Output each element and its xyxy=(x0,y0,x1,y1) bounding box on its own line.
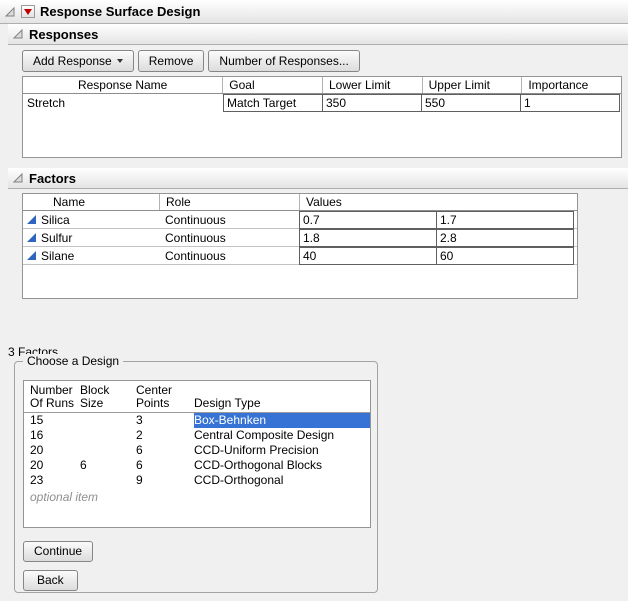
continue-button[interactable]: Continue xyxy=(23,541,93,562)
factors-table-header: Name Role Values xyxy=(23,194,577,211)
importance-cell[interactable]: 1 xyxy=(520,94,620,112)
column-header-center-points: Center Points xyxy=(136,384,194,410)
design-type-value[interactable]: Box-Behnken xyxy=(194,413,370,428)
block-size-value xyxy=(80,428,136,443)
column-header-values: Values xyxy=(299,194,577,210)
factor-value-low-cell[interactable]: 0.7 xyxy=(299,211,437,229)
block-size-value xyxy=(80,443,136,458)
center-points-value: 6 xyxy=(136,443,194,458)
factor-name-cell[interactable]: Silica xyxy=(23,211,159,228)
factor-name-label: Silica xyxy=(41,213,70,227)
responses-table-header: Response Name Goal Lower Limit Upper Lim… xyxy=(23,77,621,94)
responses-section-header: Responses xyxy=(8,24,628,45)
column-header-lower-limit: Lower Limit xyxy=(322,77,422,93)
center-points-value: 9 xyxy=(136,473,194,488)
response-surface-design-window: Response Surface Design Responses Add Re… xyxy=(0,0,628,601)
factor-value-low-cell[interactable]: 40 xyxy=(299,247,437,265)
design-option-row[interactable]: 23 9 CCD-Orthogonal xyxy=(24,473,370,488)
design-type-value[interactable]: CCD-Orthogonal xyxy=(194,473,370,488)
column-header-name: Name xyxy=(23,194,159,210)
add-response-label: Add Response xyxy=(33,54,112,68)
column-header-goal: Goal xyxy=(222,77,322,93)
design-type-value[interactable]: CCD-Uniform Precision xyxy=(194,443,370,458)
factor-name-cell[interactable]: Silane xyxy=(23,247,159,264)
factor-name-cell[interactable]: Sulfur xyxy=(23,229,159,246)
red-triangle-menu-icon[interactable] xyxy=(21,5,35,18)
table-row: Sulfur Continuous 1.8 2.8 xyxy=(23,229,577,247)
page-title: Response Surface Design xyxy=(40,4,200,19)
continuous-factor-icon xyxy=(27,233,36,242)
responses-table: Response Name Goal Lower Limit Upper Lim… xyxy=(22,76,622,158)
lower-limit-cell[interactable]: 350 xyxy=(322,94,422,112)
upper-limit-cell[interactable]: 550 xyxy=(421,94,521,112)
continuous-factor-icon xyxy=(27,215,36,224)
column-header-role: Role xyxy=(159,194,299,210)
design-option-row[interactable]: 20 6 6 CCD-Orthogonal Blocks xyxy=(24,458,370,473)
choose-design-title: Choose a Design xyxy=(23,354,123,368)
responses-section-title: Responses xyxy=(29,27,98,42)
center-points-value: 2 xyxy=(136,428,194,443)
column-header-design-type: Design Type xyxy=(194,384,370,410)
block-size-value xyxy=(80,413,136,428)
factor-name-label: Sulfur xyxy=(41,231,72,245)
column-header-block-size: Block Size xyxy=(80,384,136,410)
responses-toolbar: Add Response Remove Number of Responses.… xyxy=(22,50,628,72)
remove-button[interactable]: Remove xyxy=(138,50,205,72)
factor-name-label: Silane xyxy=(41,249,74,263)
factor-role-cell[interactable]: Continuous xyxy=(159,211,299,228)
title-band: Response Surface Design xyxy=(0,0,628,24)
disclosure-triangle-icon[interactable] xyxy=(4,6,16,18)
runs-value: 20 xyxy=(30,458,80,473)
design-option-row[interactable]: 15 3 Box-Behnken xyxy=(24,413,370,428)
disclosure-triangle-icon[interactable] xyxy=(12,172,24,184)
design-option-row[interactable]: 20 6 CCD-Uniform Precision xyxy=(24,443,370,458)
response-name-cell[interactable]: Stretch xyxy=(23,94,223,112)
factor-role-cell[interactable]: Continuous xyxy=(159,229,299,246)
dropdown-arrow-icon xyxy=(117,59,123,63)
goal-cell[interactable]: Match Target xyxy=(223,94,323,112)
factor-value-high-cell[interactable]: 2.8 xyxy=(436,229,574,247)
column-header-upper-limit: Upper Limit xyxy=(422,77,522,93)
runs-value: 16 xyxy=(30,428,80,443)
runs-value: 20 xyxy=(30,443,80,458)
disclosure-triangle-icon[interactable] xyxy=(12,28,24,40)
column-header-response-name: Response Name xyxy=(23,77,222,93)
design-list-header: Number Of Runs Block Size Center Points … xyxy=(24,381,370,413)
design-list: Number Of Runs Block Size Center Points … xyxy=(23,380,371,528)
design-option-row[interactable]: 16 2 Central Composite Design xyxy=(24,428,370,443)
optional-item-row[interactable]: optional item xyxy=(24,488,370,505)
table-row: Silica Continuous 0.7 1.7 xyxy=(23,211,577,229)
center-points-value: 6 xyxy=(136,458,194,473)
factors-section-title: Factors xyxy=(29,171,76,186)
factor-role-cell[interactable]: Continuous xyxy=(159,247,299,264)
add-response-button[interactable]: Add Response xyxy=(22,50,134,72)
column-header-importance: Importance xyxy=(521,77,621,93)
table-row: Stretch Match Target 350 550 1 xyxy=(23,94,621,112)
design-type-value[interactable]: CCD-Orthogonal Blocks xyxy=(194,458,370,473)
block-size-value xyxy=(80,473,136,488)
center-points-value: 3 xyxy=(136,413,194,428)
factor-value-high-cell[interactable]: 1.7 xyxy=(436,211,574,229)
runs-value: 23 xyxy=(30,473,80,488)
block-size-value: 6 xyxy=(80,458,136,473)
back-button[interactable]: Back xyxy=(23,570,78,591)
column-header-number-of-runs: Number Of Runs xyxy=(30,384,80,410)
factor-value-high-cell[interactable]: 60 xyxy=(436,247,574,265)
continuous-factor-icon xyxy=(27,251,36,260)
factors-table: Name Role Values Silica Continuous 0.7 1… xyxy=(22,193,578,299)
table-row: Silane Continuous 40 60 xyxy=(23,247,577,265)
choose-design-groupbox: Choose a Design Number Of Runs Block Siz… xyxy=(14,361,378,593)
factor-value-low-cell[interactable]: 1.8 xyxy=(299,229,437,247)
number-of-responses-button[interactable]: Number of Responses... xyxy=(208,50,359,72)
design-type-value[interactable]: Central Composite Design xyxy=(194,428,370,443)
factors-section-header: Factors xyxy=(8,168,628,189)
runs-value: 15 xyxy=(30,413,80,428)
